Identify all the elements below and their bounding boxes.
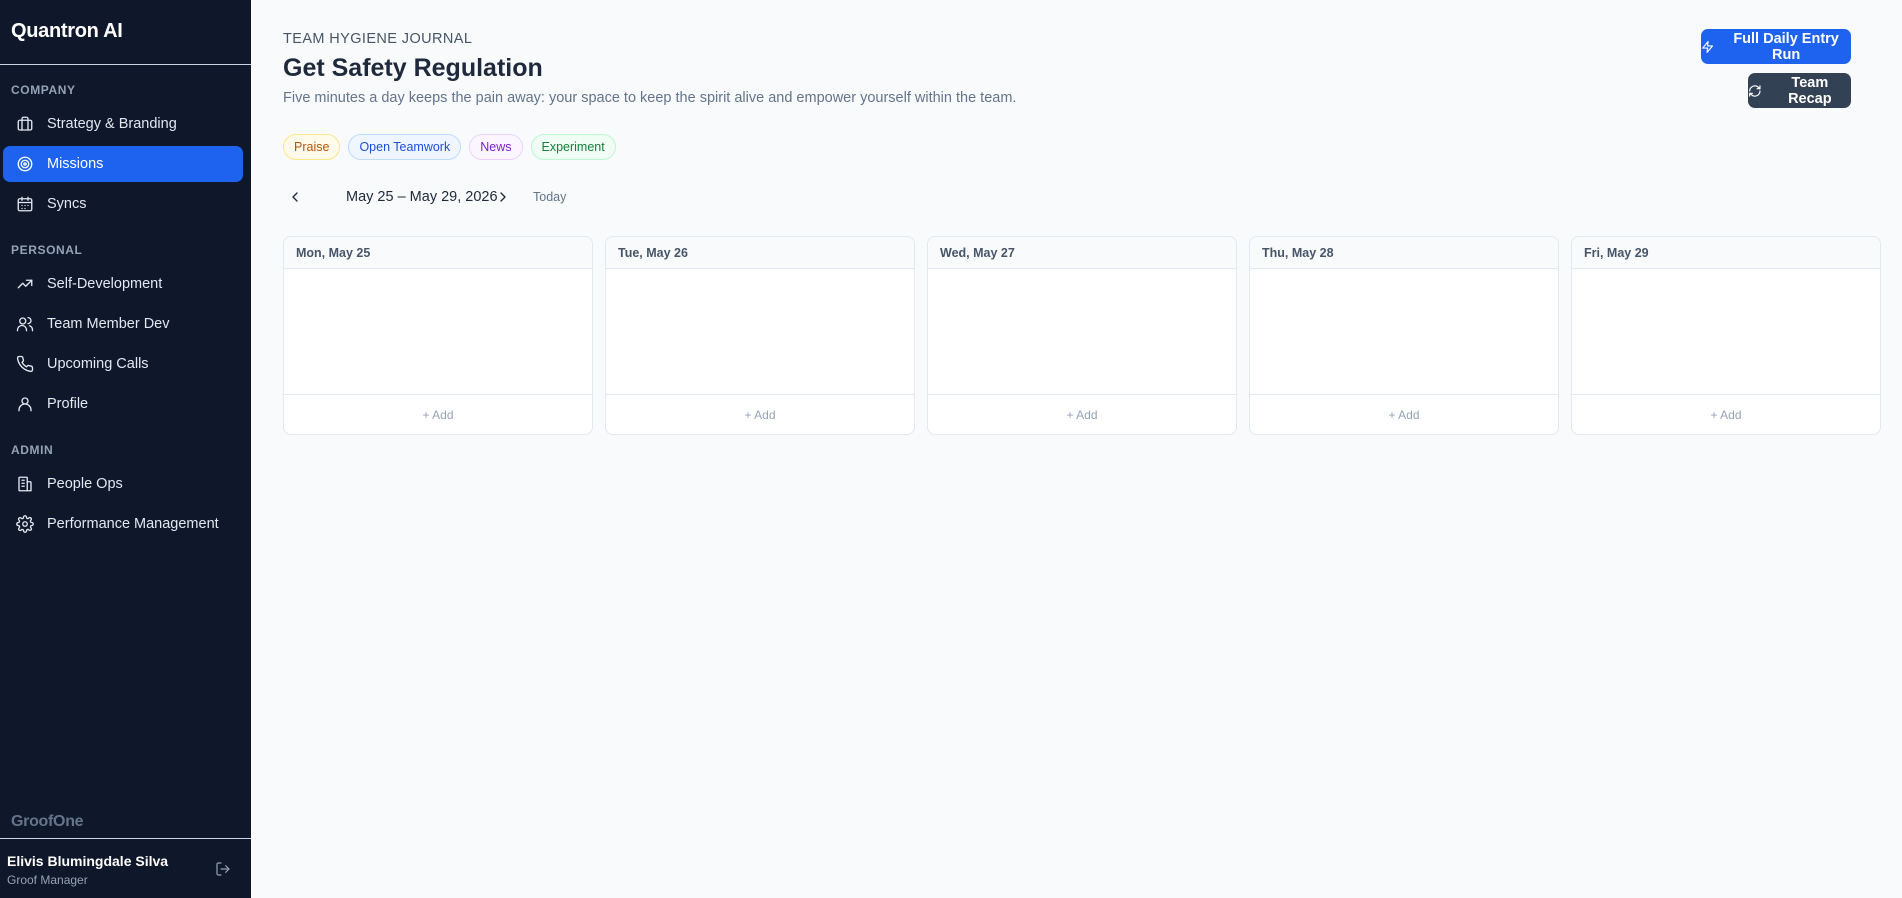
building-icon (16, 475, 34, 493)
chevron-right-icon[interactable] (495, 189, 511, 205)
day-header: Wed, May 27 (928, 237, 1236, 269)
briefcase-icon (16, 115, 34, 133)
week-range: May 25 – May 29, 2026 (346, 189, 498, 205)
day-header: Fri, May 29 (1572, 237, 1880, 269)
sidebar-item-label: Upcoming Calls (47, 356, 149, 372)
day-entries (1572, 269, 1880, 395)
section-label-admin: ADMIN (11, 443, 54, 457)
sidebar-item-performance-management[interactable]: Performance Management (3, 506, 243, 542)
sidebar-item-label: Performance Management (47, 516, 219, 532)
add-entry-button[interactable]: + Add (928, 395, 1236, 434)
phone-icon (16, 355, 34, 373)
sidebar-item-team-member-dev[interactable]: Team Member Dev (3, 306, 243, 342)
day-header: Mon, May 25 (284, 237, 592, 269)
sidebar: Quantron AI COMPANY Strategy & Branding … (0, 0, 251, 898)
tag-list: Praise Open Teamwork News Experiment (283, 134, 616, 160)
calendar-icon (16, 195, 34, 213)
gear-icon (16, 515, 34, 533)
sidebar-item-strategy-branding[interactable]: Strategy & Branding (3, 106, 243, 142)
lightning-icon (1702, 40, 1714, 53)
target-icon (16, 155, 34, 173)
day-entries (284, 269, 592, 395)
day-column: Tue, May 26 + Add (605, 236, 915, 435)
add-entry-button[interactable]: + Add (1250, 395, 1558, 434)
user-role: Groof Manager (7, 873, 88, 887)
full-daily-entry-run-button[interactable]: Full Daily Entry Run (1701, 29, 1851, 64)
user-name: Elivis Blumingdale Silva (7, 853, 169, 869)
user-profile-box: Elivis Blumingdale Silva Groof Manager (0, 838, 251, 898)
user-icon (16, 395, 34, 413)
page-eyebrow: TEAM HYGIENE JOURNAL (283, 31, 473, 47)
sidebar-item-self-development[interactable]: Self-Development (3, 266, 243, 302)
day-column: Thu, May 28 + Add (1249, 236, 1559, 435)
add-entry-button[interactable]: + Add (284, 395, 592, 434)
footer-brand: GroofOne (11, 813, 84, 830)
add-entry-button[interactable]: + Add (606, 395, 914, 434)
section-label-company: COMPANY (11, 83, 76, 97)
logout-icon[interactable] (215, 861, 233, 879)
tag-experiment[interactable]: Experiment (530, 134, 616, 160)
refresh-icon (1749, 84, 1761, 97)
sidebar-item-syncs[interactable]: Syncs (3, 186, 243, 222)
main-content: TEAM HYGIENE JOURNAL Get Safety Regulati… (251, 0, 1902, 898)
add-entry-button[interactable]: + Add (1572, 395, 1880, 434)
chevron-left-icon[interactable] (287, 189, 303, 205)
section-label-personal: PERSONAL (11, 243, 83, 257)
sidebar-item-label: Syncs (47, 196, 87, 212)
today-button[interactable]: Today (533, 190, 566, 204)
day-entries (928, 269, 1236, 395)
sidebar-item-profile[interactable]: Profile (3, 386, 243, 422)
sidebar-item-label: People Ops (47, 476, 123, 492)
sidebar-item-label: Strategy & Branding (47, 116, 177, 132)
sidebar-item-label: Profile (47, 396, 89, 412)
day-column: Wed, May 27 + Add (927, 236, 1237, 435)
day-header: Tue, May 26 (606, 237, 914, 269)
app-logo[interactable]: Quantron AI (0, 0, 251, 65)
team-recap-button[interactable]: Team Recap (1748, 73, 1851, 108)
trending-up-icon (16, 275, 34, 293)
day-column: Mon, May 25 + Add (283, 236, 593, 435)
week-navigator: May 25 – May 29, 2026 Today (283, 185, 683, 210)
users-icon (16, 315, 34, 333)
sidebar-item-upcoming-calls[interactable]: Upcoming Calls (3, 346, 243, 382)
sidebar-item-label: Missions (47, 156, 104, 172)
tag-news[interactable]: News (469, 134, 523, 160)
sidebar-item-missions[interactable]: Missions (3, 146, 243, 182)
full-daily-entry-run-label: Full Daily Entry Run (1733, 30, 1839, 63)
day-entries (1250, 269, 1558, 395)
sidebar-item-label: Self-Development (47, 276, 163, 292)
tag-open-teamwork[interactable]: Open Teamwork (348, 134, 462, 160)
sidebar-item-people-ops[interactable]: People Ops (3, 466, 243, 502)
sidebar-item-label: Team Member Dev (47, 316, 170, 332)
tag-praise[interactable]: Praise (283, 134, 341, 160)
team-recap-label: Team Recap (1788, 74, 1832, 107)
day-header: Thu, May 28 (1250, 237, 1558, 269)
day-entries (606, 269, 914, 395)
page-title: Get Safety Regulation (283, 54, 543, 82)
page-subtitle: Five minutes a day keeps the pain away: … (283, 90, 1017, 106)
day-column: Fri, May 29 + Add (1571, 236, 1881, 435)
